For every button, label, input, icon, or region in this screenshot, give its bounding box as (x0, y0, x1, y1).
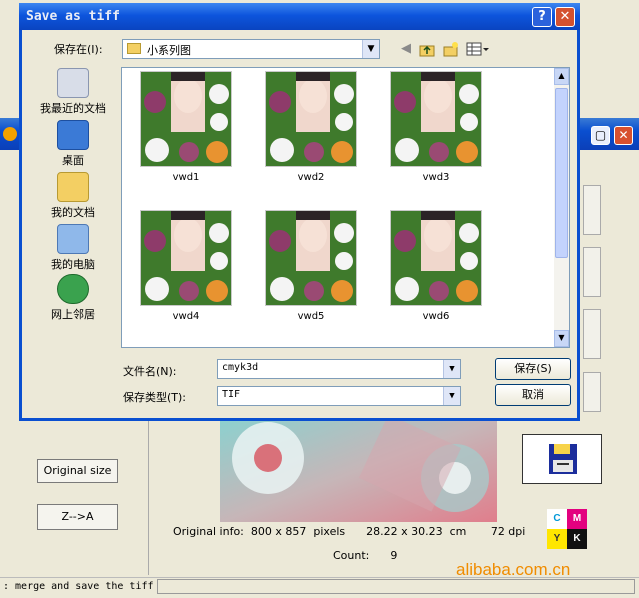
floppy-disk-icon (549, 444, 577, 474)
place-my-documents[interactable]: 我的文档 (33, 172, 113, 220)
filename-label: 文件名(N): (123, 365, 177, 378)
file-thumbnail[interactable] (265, 210, 357, 306)
file-name-label: vwd2 (297, 172, 325, 183)
file-name-label: vwd1 (172, 172, 200, 183)
filename-value: cmyk3d (222, 362, 259, 373)
place-recent[interactable]: 我最近的文档 (33, 68, 113, 116)
view-menu-icon[interactable] (466, 41, 490, 57)
maximize-icon[interactable]: ▢ (591, 126, 610, 145)
my-computer-icon (57, 224, 89, 254)
place-my-computer[interactable]: 我的电脑 (33, 224, 113, 272)
filetype-select[interactable]: TIF ▼ (217, 386, 461, 406)
file-name-label: vwd6 (422, 311, 450, 322)
save-in-label: 保存在(I): (54, 43, 103, 56)
network-places-icon (57, 274, 89, 304)
new-folder-icon[interactable] (442, 41, 460, 57)
original-info-text: Original info: 800 x 857 pixels 28.22 x … (173, 525, 526, 538)
dialog-title: Save as tiff (26, 9, 120, 24)
side-button[interactable] (583, 309, 601, 359)
cmyk-c: C (547, 509, 567, 529)
preview-image (220, 418, 497, 522)
z-to-a-button[interactable]: Z-->A (37, 504, 118, 530)
app-icon (3, 127, 17, 141)
watermark-text: alibaba.com.cn (456, 560, 571, 579)
count-value: 9 (390, 549, 398, 562)
cmyk-k: K (567, 529, 587, 549)
chevron-down-icon[interactable]: ▼ (443, 360, 460, 378)
file-thumbnail[interactable] (390, 71, 482, 167)
file-thumbnail[interactable] (390, 210, 482, 306)
filename-input[interactable]: cmyk3d ▼ (217, 359, 461, 379)
recent-documents-icon (57, 68, 89, 98)
save-in-value: 小系列图 (147, 44, 191, 57)
places-bar: 我最近的文档 桌面 我的文档 我的电脑 网上邻居 (33, 64, 113, 324)
folder-icon (127, 43, 141, 54)
place-network-label: 网上邻居 (51, 308, 95, 321)
chevron-down-icon[interactable]: ▼ (362, 40, 379, 58)
filetype-value: TIF (222, 389, 241, 400)
status-panel (157, 579, 635, 594)
scroll-down-icon[interactable]: ▼ (554, 330, 569, 347)
file-thumbnail[interactable] (140, 210, 232, 306)
cancel-button[interactable]: 取消 (495, 384, 571, 406)
file-thumbnail[interactable] (265, 71, 357, 167)
place-my-documents-label: 我的文档 (51, 206, 95, 219)
scroll-thumb[interactable] (555, 88, 568, 258)
side-button[interactable] (583, 372, 601, 412)
cmyk-y: Y (547, 529, 567, 549)
file-thumbnail[interactable] (140, 71, 232, 167)
cmyk-indicator: C M Y K (547, 509, 587, 549)
save-button[interactable]: 保存(S) (495, 358, 571, 380)
file-name-label: vwd3 (422, 172, 450, 183)
back-arrow-icon[interactable]: ◀ (397, 41, 415, 57)
file-name-label: vwd5 (297, 311, 325, 322)
place-desktop[interactable]: 桌面 (33, 120, 113, 168)
save-tiff-button[interactable] (522, 434, 602, 484)
cmyk-m: M (567, 509, 587, 529)
count-label: Count: 9 (333, 549, 398, 562)
file-name-label: vwd4 (172, 311, 200, 322)
place-desktop-label: 桌面 (62, 154, 84, 167)
place-my-computer-label: 我的电脑 (51, 258, 95, 271)
side-button[interactable] (583, 247, 601, 297)
help-icon[interactable]: ? (532, 7, 552, 27)
side-button[interactable] (583, 185, 601, 235)
close-icon[interactable]: ✕ (614, 126, 633, 145)
desktop-icon (57, 120, 89, 150)
status-text: : merge and save the tiff (3, 581, 154, 592)
place-recent-label: 我最近的文档 (40, 102, 106, 115)
place-network[interactable]: 网上邻居 (33, 274, 113, 322)
dialog-close-icon[interactable]: ✕ (555, 7, 575, 27)
scroll-up-icon[interactable]: ▲ (554, 68, 569, 85)
original-size-button[interactable]: Original size (37, 459, 118, 483)
up-folder-icon[interactable] (418, 41, 436, 57)
my-documents-icon (57, 172, 89, 202)
chevron-down-icon[interactable]: ▼ (443, 387, 460, 405)
filetype-label: 保存类型(T): (123, 391, 187, 404)
save-in-dropdown[interactable]: 小系列图 ▼ (122, 39, 380, 59)
